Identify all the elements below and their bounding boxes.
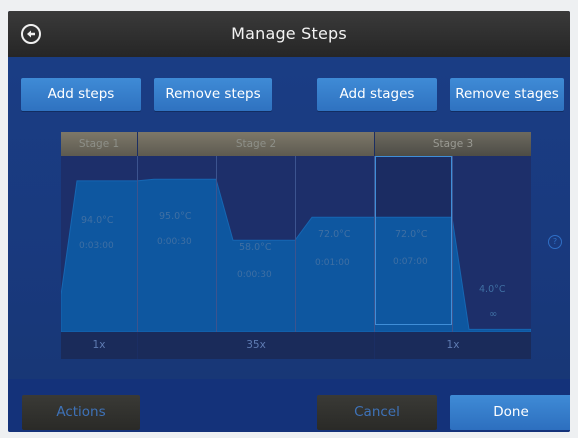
manage-steps-screen: Manage Steps Add steps Remove steps Add … <box>8 11 570 432</box>
step-divider <box>452 156 453 332</box>
title-bar: Manage Steps <box>8 11 570 57</box>
stage-header-2[interactable]: Stage 2 <box>138 132 374 156</box>
stage-header-1[interactable]: Stage 1 <box>61 132 137 156</box>
step-divider <box>216 156 217 332</box>
step-3-temperature[interactable]: 58.0°C <box>239 242 272 253</box>
step-1-temperature[interactable]: 94.0°C <box>81 215 114 226</box>
page-title: Manage Steps <box>231 24 347 43</box>
temperature-profile-area <box>61 178 531 332</box>
remove-stages-button[interactable]: Remove stages <box>450 78 564 111</box>
step-4-temperature[interactable]: 72.0°C <box>318 229 351 240</box>
step-6-temperature[interactable]: 4.0°C <box>479 284 506 295</box>
stage-1-cycles[interactable]: 1x <box>61 332 137 359</box>
step-3-time[interactable]: 0:00:30 <box>237 270 272 280</box>
stage-header-3[interactable]: Stage 3 <box>375 132 531 156</box>
step-2-temperature[interactable]: 95.0°C <box>159 211 192 222</box>
done-button[interactable]: Done <box>450 395 570 430</box>
selected-step-outline <box>375 156 452 325</box>
cancel-button[interactable]: Cancel <box>317 395 437 430</box>
temperature-profile <box>61 178 531 332</box>
remove-steps-button[interactable]: Remove steps <box>154 78 272 111</box>
add-steps-button[interactable]: Add steps <box>21 78 141 111</box>
step-divider <box>295 156 296 332</box>
stage-2-cycles[interactable]: 35x <box>138 332 374 359</box>
add-stages-button[interactable]: Add stages <box>317 78 437 111</box>
stage-3-cycles[interactable]: 1x <box>375 332 531 359</box>
step-1-time[interactable]: 0:03:00 <box>79 241 114 251</box>
step-2-time[interactable]: 0:00:30 <box>157 237 192 247</box>
step-4-time[interactable]: 0:01:00 <box>315 258 350 268</box>
stage-divider <box>137 156 138 332</box>
step-6-time[interactable]: ∞ <box>489 309 497 320</box>
info-icon[interactable]: ? <box>548 235 562 249</box>
thermal-profile-panel: Stage 1 Stage 2 Stage 3 94.0°C 0:03:00 9… <box>61 132 531 359</box>
actions-button[interactable]: Actions <box>22 395 140 430</box>
